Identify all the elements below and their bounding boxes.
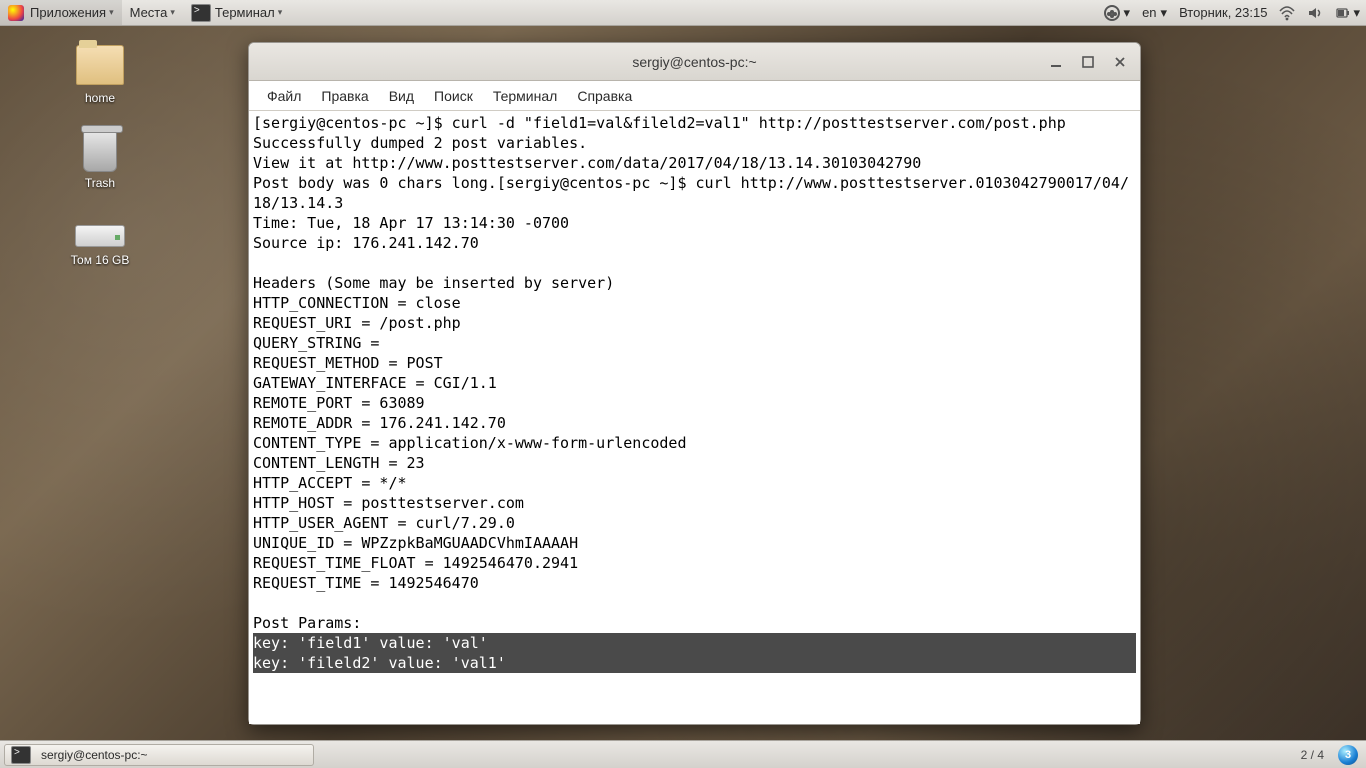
desktop-icon-home[interactable]: home bbox=[55, 45, 145, 105]
desktop-icon-label: Trash bbox=[55, 176, 145, 190]
terminal-icon bbox=[11, 746, 31, 764]
clock[interactable]: Вторник, 23:15 bbox=[1173, 0, 1273, 25]
menubar: Файл Правка Вид Поиск Терминал Справка bbox=[249, 81, 1140, 111]
battery-menu[interactable]: ▾ bbox=[1329, 0, 1366, 25]
window-controls bbox=[1042, 43, 1134, 80]
desktop-icons: home Trash Том 16 GB bbox=[55, 45, 145, 267]
menu-edit[interactable]: Правка bbox=[313, 85, 376, 107]
bottom-panel: sergiy@centos-pc:~ 2 / 4 3 bbox=[0, 740, 1366, 768]
titlebar[interactable]: sergiy@centos-pc:~ bbox=[249, 43, 1140, 81]
volume-menu[interactable] bbox=[1301, 0, 1329, 25]
accessibility-menu[interactable]: ▾ bbox=[1098, 0, 1137, 25]
notification-count: 3 bbox=[1345, 749, 1351, 761]
places-label: Места bbox=[130, 5, 168, 20]
battery-icon bbox=[1335, 5, 1351, 21]
desktop-icon-volume[interactable]: Том 16 GB bbox=[55, 215, 145, 267]
minimize-icon bbox=[1050, 56, 1062, 68]
minimize-button[interactable] bbox=[1042, 50, 1070, 74]
chevron-down-icon: ▾ bbox=[278, 7, 283, 18]
terminal-window: sergiy@centos-pc:~ Файл Правка Вид Поиск… bbox=[248, 42, 1141, 725]
accessibility-icon bbox=[1104, 5, 1120, 21]
gnome-foot-icon bbox=[8, 5, 24, 21]
applications-label: Приложения bbox=[30, 5, 106, 20]
chevron-down-icon: ▾ bbox=[1353, 5, 1360, 21]
clock-label: Вторник, 23:15 bbox=[1179, 5, 1267, 20]
terminal-content[interactable]: [sergiy@centos-pc ~]$ curl -d "field1=va… bbox=[249, 111, 1140, 724]
folder-icon bbox=[76, 45, 124, 85]
chevron-down-icon: ▾ bbox=[1124, 5, 1131, 21]
menu-terminal[interactable]: Терминал bbox=[485, 85, 565, 107]
network-menu[interactable] bbox=[1273, 0, 1301, 25]
terminal-icon bbox=[191, 4, 211, 22]
places-menu[interactable]: Места ▾ bbox=[122, 0, 183, 25]
desktop-icon-label: Том 16 GB bbox=[55, 253, 145, 267]
drive-icon bbox=[75, 225, 125, 247]
wifi-icon bbox=[1279, 5, 1295, 21]
workspace-indicator[interactable]: 2 / 4 bbox=[1291, 748, 1334, 762]
trash-icon bbox=[83, 130, 117, 172]
terminal-selection: key: 'field1' value: 'val' key: 'fileld2… bbox=[253, 633, 1136, 673]
notification-badge[interactable]: 3 bbox=[1338, 745, 1358, 765]
top-panel-left: Приложения ▾ Места ▾ Терминал ▾ bbox=[0, 0, 290, 25]
top-panel: Приложения ▾ Места ▾ Терминал ▾ ▾ en ▾ В… bbox=[0, 0, 1366, 26]
chevron-down-icon: ▾ bbox=[109, 7, 114, 18]
menu-help[interactable]: Справка bbox=[569, 85, 640, 107]
workspace-label: 2 / 4 bbox=[1301, 748, 1324, 762]
keyboard-layout-menu[interactable]: en ▾ bbox=[1136, 0, 1173, 25]
terminal-output: [sergiy@centos-pc ~]$ curl -d "field1=va… bbox=[253, 114, 1129, 632]
chevron-down-icon: ▾ bbox=[170, 7, 175, 18]
close-button[interactable] bbox=[1106, 50, 1134, 74]
desktop-icon-label: home bbox=[55, 91, 145, 105]
maximize-icon bbox=[1082, 56, 1094, 68]
menu-search[interactable]: Поиск bbox=[426, 85, 481, 107]
terminal-launcher-label: Терминал bbox=[215, 5, 275, 20]
menu-file[interactable]: Файл bbox=[259, 85, 309, 107]
applications-menu[interactable]: Приложения ▾ bbox=[0, 0, 122, 25]
keyboard-layout-label: en bbox=[1142, 5, 1156, 20]
maximize-button[interactable] bbox=[1074, 50, 1102, 74]
taskbar-item-terminal[interactable]: sergiy@centos-pc:~ bbox=[4, 744, 314, 766]
chevron-down-icon: ▾ bbox=[1161, 5, 1168, 21]
window-title: sergiy@centos-pc:~ bbox=[249, 54, 1140, 70]
top-panel-right: ▾ en ▾ Вторник, 23:15 ▾ bbox=[1098, 0, 1366, 25]
menu-view[interactable]: Вид bbox=[381, 85, 422, 107]
taskbar-item-label: sergiy@centos-pc:~ bbox=[41, 748, 148, 762]
close-icon bbox=[1114, 56, 1126, 68]
terminal-launcher[interactable]: Терминал ▾ bbox=[183, 0, 290, 25]
volume-icon bbox=[1307, 5, 1323, 21]
desktop-icon-trash[interactable]: Trash bbox=[55, 130, 145, 190]
